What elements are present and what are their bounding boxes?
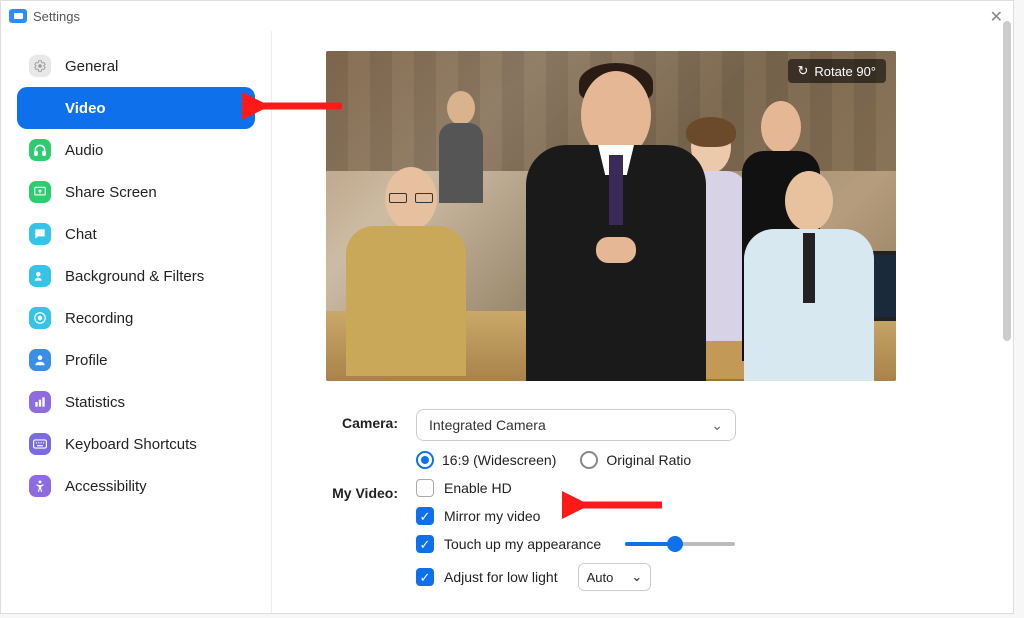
sidebar-item-label: Statistics — [65, 394, 125, 411]
accessibility-icon — [29, 475, 51, 497]
background-icon — [29, 265, 51, 287]
sidebar-item-general[interactable]: General — [17, 45, 255, 87]
enable-hd-label: Enable HD — [444, 480, 512, 496]
low-light-label: Adjust for low light — [444, 569, 558, 585]
sidebar-item-label: Background & Filters — [65, 268, 204, 285]
aspect-ratio-original-radio[interactable]: Original Ratio — [580, 451, 691, 469]
share-screen-icon — [29, 181, 51, 203]
radio-icon — [416, 451, 434, 469]
sidebar: General Video Audio Share Screen Chat Ba… — [1, 31, 271, 613]
sidebar-item-keyboard-shortcuts[interactable]: Keyboard Shortcuts — [17, 423, 255, 465]
video-icon — [29, 97, 51, 119]
gear-icon — [29, 55, 51, 77]
close-icon[interactable]: ✕ — [990, 7, 1003, 27]
sidebar-item-label: Share Screen — [65, 184, 157, 201]
sidebar-item-background-filters[interactable]: Background & Filters — [17, 255, 255, 297]
scrollbar[interactable] — [1003, 21, 1011, 341]
low-light-mode-select[interactable]: Auto ⌄ — [578, 563, 652, 591]
rotate-button[interactable]: ↻ Rotate 90° — [788, 59, 886, 83]
radio-label: 16:9 (Widescreen) — [442, 452, 556, 468]
touch-up-slider[interactable] — [625, 542, 735, 546]
statistics-icon — [29, 391, 51, 413]
low-light-checkbox[interactable] — [416, 568, 434, 586]
rotate-label: Rotate 90° — [814, 64, 876, 79]
sidebar-item-label: Keyboard Shortcuts — [65, 436, 197, 453]
app-icon — [9, 9, 27, 23]
rotate-icon: ↻ — [798, 63, 809, 79]
touch-up-label: Touch up my appearance — [444, 536, 601, 552]
titlebar: Settings ✕ — [1, 1, 1013, 31]
sidebar-item-label: Chat — [65, 226, 97, 243]
sidebar-item-chat[interactable]: Chat — [17, 213, 255, 255]
sidebar-item-accessibility[interactable]: Accessibility — [17, 465, 255, 507]
preview-person — [346, 167, 476, 367]
sidebar-item-profile[interactable]: Profile — [17, 339, 255, 381]
sidebar-item-recording[interactable]: Recording — [17, 297, 255, 339]
touch-up-checkbox[interactable] — [416, 535, 434, 553]
headphones-icon — [29, 139, 51, 161]
camera-selected-value: Integrated Camera — [429, 417, 546, 433]
aspect-ratio-widescreen-radio[interactable]: 16:9 (Widescreen) — [416, 451, 556, 469]
sidebar-item-audio[interactable]: Audio — [17, 129, 255, 171]
video-settings-form: Camera: Integrated Camera ⌄ 16:9 (Widesc… — [326, 409, 985, 601]
sidebar-item-label: Recording — [65, 310, 133, 327]
chevron-down-icon: ⌄ — [711, 417, 723, 434]
profile-icon — [29, 349, 51, 371]
radio-label: Original Ratio — [606, 452, 691, 468]
sidebar-item-label: Video — [65, 100, 106, 117]
radio-icon — [580, 451, 598, 469]
sidebar-item-share-screen[interactable]: Share Screen — [17, 171, 255, 213]
sidebar-item-label: Audio — [65, 142, 103, 159]
sidebar-item-label: Profile — [65, 352, 108, 369]
mirror-video-checkbox[interactable] — [416, 507, 434, 525]
preview-person — [734, 171, 884, 381]
settings-window: Settings ✕ General Video Audio Share Scr… — [0, 0, 1014, 614]
keyboard-icon — [29, 433, 51, 455]
sidebar-item-label: General — [65, 58, 118, 75]
sidebar-item-video[interactable]: Video — [17, 87, 255, 129]
camera-label: Camera: — [326, 409, 416, 431]
chevron-down-icon: ⌄ — [631, 569, 642, 585]
sidebar-item-statistics[interactable]: Statistics — [17, 381, 255, 423]
window-title: Settings — [33, 9, 80, 24]
slider-thumb[interactable] — [667, 536, 683, 552]
video-preview: ↻ Rotate 90° — [326, 51, 896, 381]
recording-icon — [29, 307, 51, 329]
low-light-mode-value: Auto — [587, 570, 614, 585]
preview-person — [516, 61, 716, 381]
enable-hd-checkbox[interactable] — [416, 479, 434, 497]
sidebar-item-label: Accessibility — [65, 478, 147, 495]
chat-icon — [29, 223, 51, 245]
mirror-video-label: Mirror my video — [444, 508, 540, 524]
camera-select[interactable]: Integrated Camera ⌄ — [416, 409, 736, 441]
main-panel: ↻ Rotate 90° Camera: Integrated Camera ⌄ — [272, 31, 1013, 613]
my-video-label: My Video: — [326, 479, 416, 501]
